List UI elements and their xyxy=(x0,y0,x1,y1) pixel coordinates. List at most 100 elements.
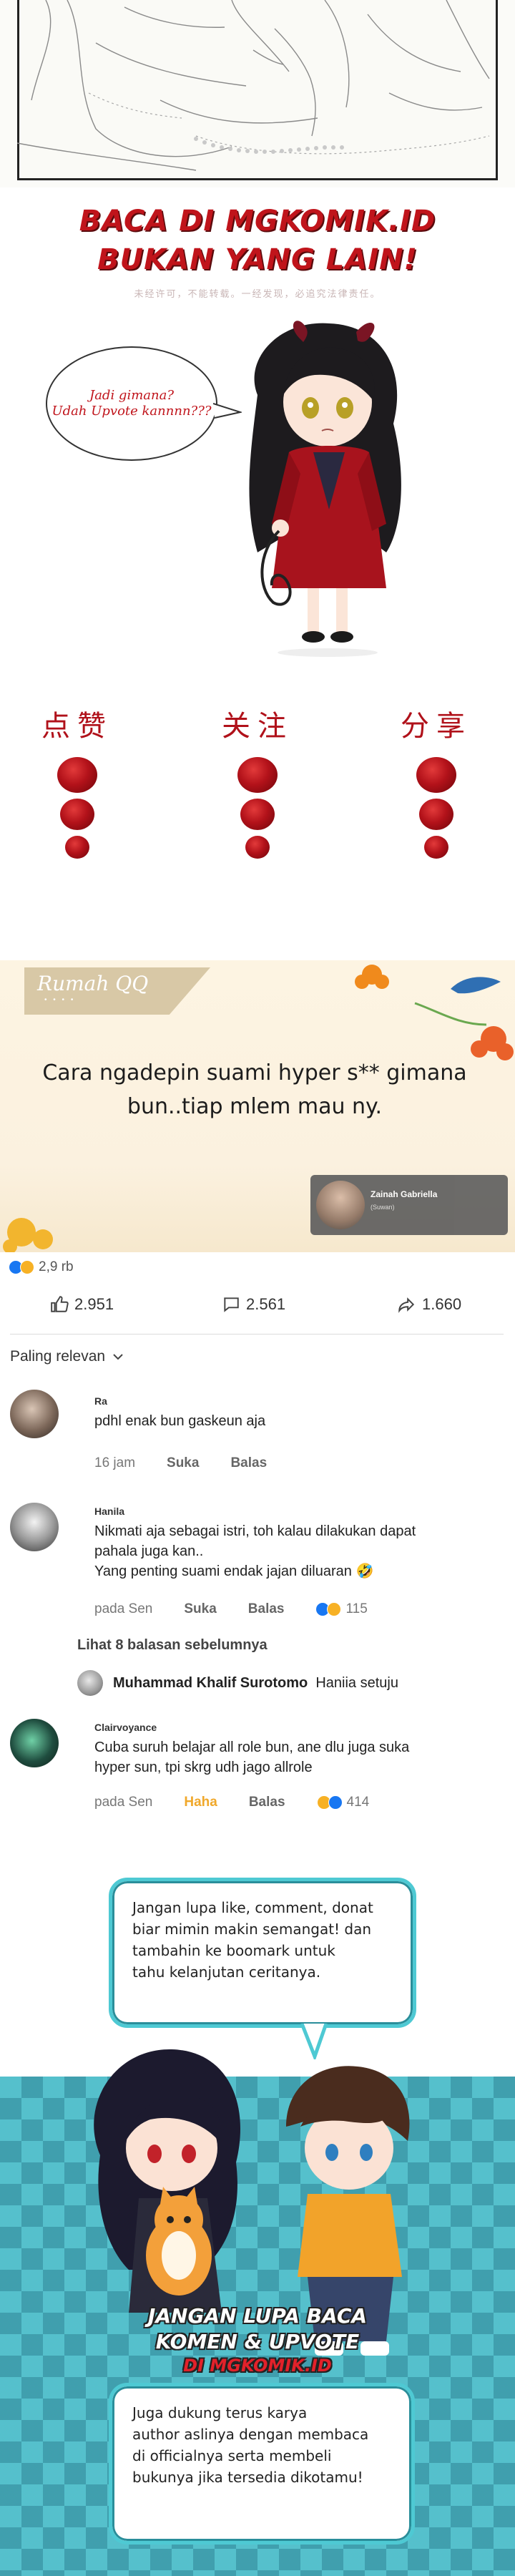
promo-title-line1: BACA DI MGKOMIK.ID xyxy=(79,205,436,238)
reminder-line: tahu kelanjutan ceritanya. xyxy=(132,1963,321,1981)
rose-icon xyxy=(60,799,94,830)
comment-text: Nikmati aja sebagai istri, toh kalau dil… xyxy=(94,1521,495,1581)
comment-meta: pada Sen Haha Balas 414 xyxy=(94,1795,369,1810)
closing-title-line2: KOMEN & UPVOTE xyxy=(155,2330,360,2353)
comment-text-line: Nikmati aja sebagai istri, toh kalau dil… xyxy=(94,1523,416,1539)
rose-icon xyxy=(240,799,275,830)
share-label: 分享 xyxy=(401,710,472,743)
reply-avatar[interactable] xyxy=(77,1670,103,1696)
reminder-line: Jangan lupa like, comment, donat xyxy=(132,1899,373,1916)
bubble-line2: Udah Upvote kannnn??? xyxy=(52,404,212,419)
rose-icon xyxy=(416,757,456,793)
commenter-name[interactable]: Ra xyxy=(94,1395,107,1407)
rose-icon xyxy=(419,799,453,830)
laugh-reaction-icon xyxy=(327,1602,342,1616)
comment-meta: pada Sen Suka Balas 115 xyxy=(94,1601,368,1617)
comment-reply-button[interactable]: Balas xyxy=(248,1601,285,1617)
rose-icon xyxy=(245,836,270,859)
commenter-avatar[interactable] xyxy=(10,1390,59,1438)
sort-label: Paling relevan xyxy=(10,1348,106,1365)
comment-text-line: Yang penting suami endak jajan diluaran … xyxy=(94,1563,374,1579)
author-tag: (Suwan) xyxy=(371,1204,395,1211)
comment-text-line: Cuba suruh belajar all role bun, ane dlu… xyxy=(94,1740,410,1755)
support-line: author aslinya dengan membaca xyxy=(132,2426,369,2443)
comment-text: pdhl enak bun gaskeun aja xyxy=(94,1413,266,1429)
closing-panel: Jangan lupa like, comment, donat biar mi… xyxy=(0,1862,515,2576)
brand-sub: • • • • xyxy=(44,996,76,1004)
sketch-lines xyxy=(17,0,490,171)
support-line: Juga dukung terus karya xyxy=(132,2404,308,2421)
reaction-count: 414 xyxy=(346,1795,370,1810)
reaction-summary[interactable]: 2,9 rb xyxy=(9,1259,74,1275)
comment-time: pada Sen xyxy=(94,1795,153,1810)
support-card: Juga dukung terus karya author aslinya d… xyxy=(109,2383,415,2545)
comment-item: Ra pdhl enak bun gaskeun aja 16 jam Suka… xyxy=(0,1390,515,1490)
divider xyxy=(10,1334,504,1335)
comment-button[interactable]: 2.561 xyxy=(222,1295,285,1314)
manga-sketch-panel xyxy=(0,0,515,187)
commenter-avatar[interactable] xyxy=(10,1719,59,1767)
rose-stack xyxy=(27,757,127,859)
brand-name: Rumah QQ xyxy=(37,972,149,995)
reaction-count: 115 xyxy=(345,1601,368,1616)
thumbs-up-icon xyxy=(51,1296,69,1312)
like-count: 2.951 xyxy=(74,1295,114,1313)
wow-reaction-icon xyxy=(20,1260,34,1274)
comment-count: 2.561 xyxy=(246,1295,286,1313)
commenter-name[interactable]: Hanila xyxy=(94,1506,124,1517)
post-image: Rumah QQ • • • • Cara ngadepin suami hyp… xyxy=(0,960,515,1252)
share-icon xyxy=(398,1297,415,1313)
copyright-notice: 未经许可，不能转载。一经发现，必追究法律责任。 xyxy=(134,288,381,299)
comment-like-button[interactable]: Haha xyxy=(184,1795,217,1810)
comment-like-button[interactable]: Suka xyxy=(184,1601,216,1617)
like-button[interactable]: 2.951 xyxy=(50,1295,114,1314)
rose-icon xyxy=(65,836,89,859)
rose-icon xyxy=(424,836,448,859)
rose-icon xyxy=(237,757,278,793)
comment-sort-dropdown[interactable]: Paling relevan xyxy=(10,1348,124,1365)
comment-item: Clairvoyance Cuba suruh belajar all role… xyxy=(0,1719,515,1819)
comment-reply-button[interactable]: Balas xyxy=(249,1795,285,1810)
follow-prompt: 关注 xyxy=(207,703,308,859)
comment-reaction-count[interactable]: 115 xyxy=(315,1601,368,1617)
commenter-avatar[interactable] xyxy=(10,1503,59,1551)
speech-bubble: Jadi gimana? Udah Upvote kannnn??? xyxy=(46,346,217,461)
reminder-card: Jangan lupa like, comment, donat biar mi… xyxy=(109,1878,416,2028)
comment-text-line: pahala juga kan.. xyxy=(94,1543,204,1559)
reaction-prompts: 点赞 关注 分享 xyxy=(0,703,515,917)
post-actions: 2.951 2.561 1.660 xyxy=(0,1291,515,1325)
comment-reply-button[interactable]: Balas xyxy=(230,1455,267,1471)
support-line: bukunya jika tersedia dikotamu! xyxy=(132,2469,363,2486)
follow-label: 关注 xyxy=(222,710,293,743)
reply-item: Muhammad Khalif Surotomo Haniia setuju xyxy=(77,1670,398,1696)
like-prompt: 点赞 xyxy=(27,703,127,859)
share-count: 1.660 xyxy=(422,1295,462,1313)
comment-reaction-count[interactable]: 414 xyxy=(316,1795,370,1810)
closing-title-line3: DI MGKOMIK.ID xyxy=(0,2356,515,2376)
promo-title-line2: BUKAN YANG LAIN! xyxy=(97,243,418,276)
leaf-decoration xyxy=(3,1218,53,1252)
comment-like-button[interactable]: Suka xyxy=(167,1455,199,1471)
reply-text: Haniia setuju xyxy=(315,1674,398,1691)
closing-title-site: DI MGKOMIK.ID xyxy=(183,2356,332,2376)
author-card[interactable]: Zainah Gabriella (Suwan) xyxy=(310,1175,508,1235)
like-label: 点赞 xyxy=(41,710,113,743)
reminder-line: biar mimin makin semangat! dan xyxy=(132,1921,372,1938)
author-name: Zainah Gabriella xyxy=(371,1189,438,1199)
comment-item: Hanila Nikmati aja sebagai istri, toh ka… xyxy=(0,1503,515,1616)
commenter-name[interactable]: Clairvoyance xyxy=(94,1722,157,1733)
comment-time: 16 jam xyxy=(94,1455,136,1470)
rose-stack xyxy=(386,757,486,859)
promo-panel: BACA DI MGKOMIK.ID BUKAN YANG LAIN! 未经许可… xyxy=(0,187,515,939)
rose-icon xyxy=(57,757,97,793)
comment-text-line: hyper sun, tpi skrg udh jago allrole xyxy=(94,1760,313,1775)
comment-meta: 16 jam Suka Balas xyxy=(94,1455,267,1471)
rose-stack xyxy=(207,757,308,859)
like-reaction-icon xyxy=(328,1795,343,1810)
share-button[interactable]: 1.660 xyxy=(396,1295,461,1314)
social-post-screenshot: Rumah QQ • • • • Cara ngadepin suami hyp… xyxy=(0,960,515,1862)
view-previous-replies-link[interactable]: Lihat 8 balasan sebelumnya xyxy=(77,1637,268,1654)
reply-author[interactable]: Muhammad Khalif Surotomo xyxy=(113,1675,308,1691)
share-prompt: 分享 xyxy=(386,703,486,859)
reminder-line: tambahin ke boomark untuk xyxy=(132,1942,335,1959)
